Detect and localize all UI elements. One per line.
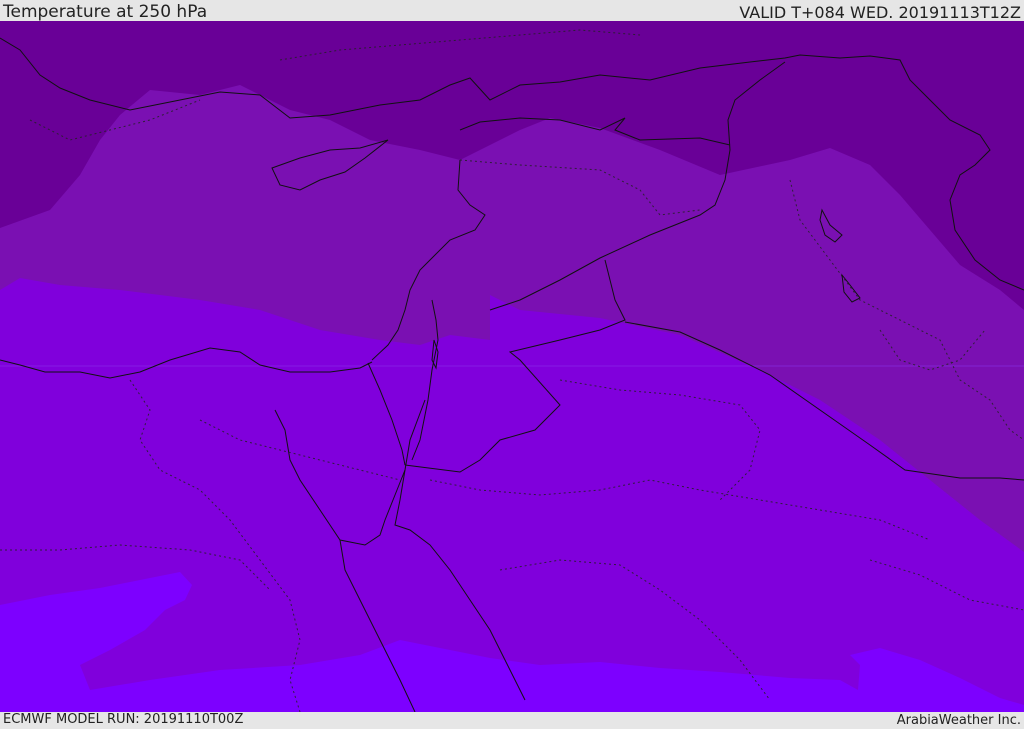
map-title: Temperature at 250 hPa	[3, 2, 208, 22]
weather-map	[0, 21, 1024, 712]
map-canvas	[0, 21, 1024, 712]
valid-time: VALID T+084 WED. 20191113T12Z	[739, 3, 1021, 22]
map-header: Temperature at 250 hPa VALID T+084 WED. …	[0, 0, 1024, 21]
model-run-label: ECMWF MODEL RUN: 20191110T00Z	[3, 712, 244, 727]
credit-label: ArabiaWeather Inc.	[896, 713, 1021, 728]
map-footer: ECMWF MODEL RUN: 20191110T00Z ArabiaWeat…	[0, 712, 1024, 729]
